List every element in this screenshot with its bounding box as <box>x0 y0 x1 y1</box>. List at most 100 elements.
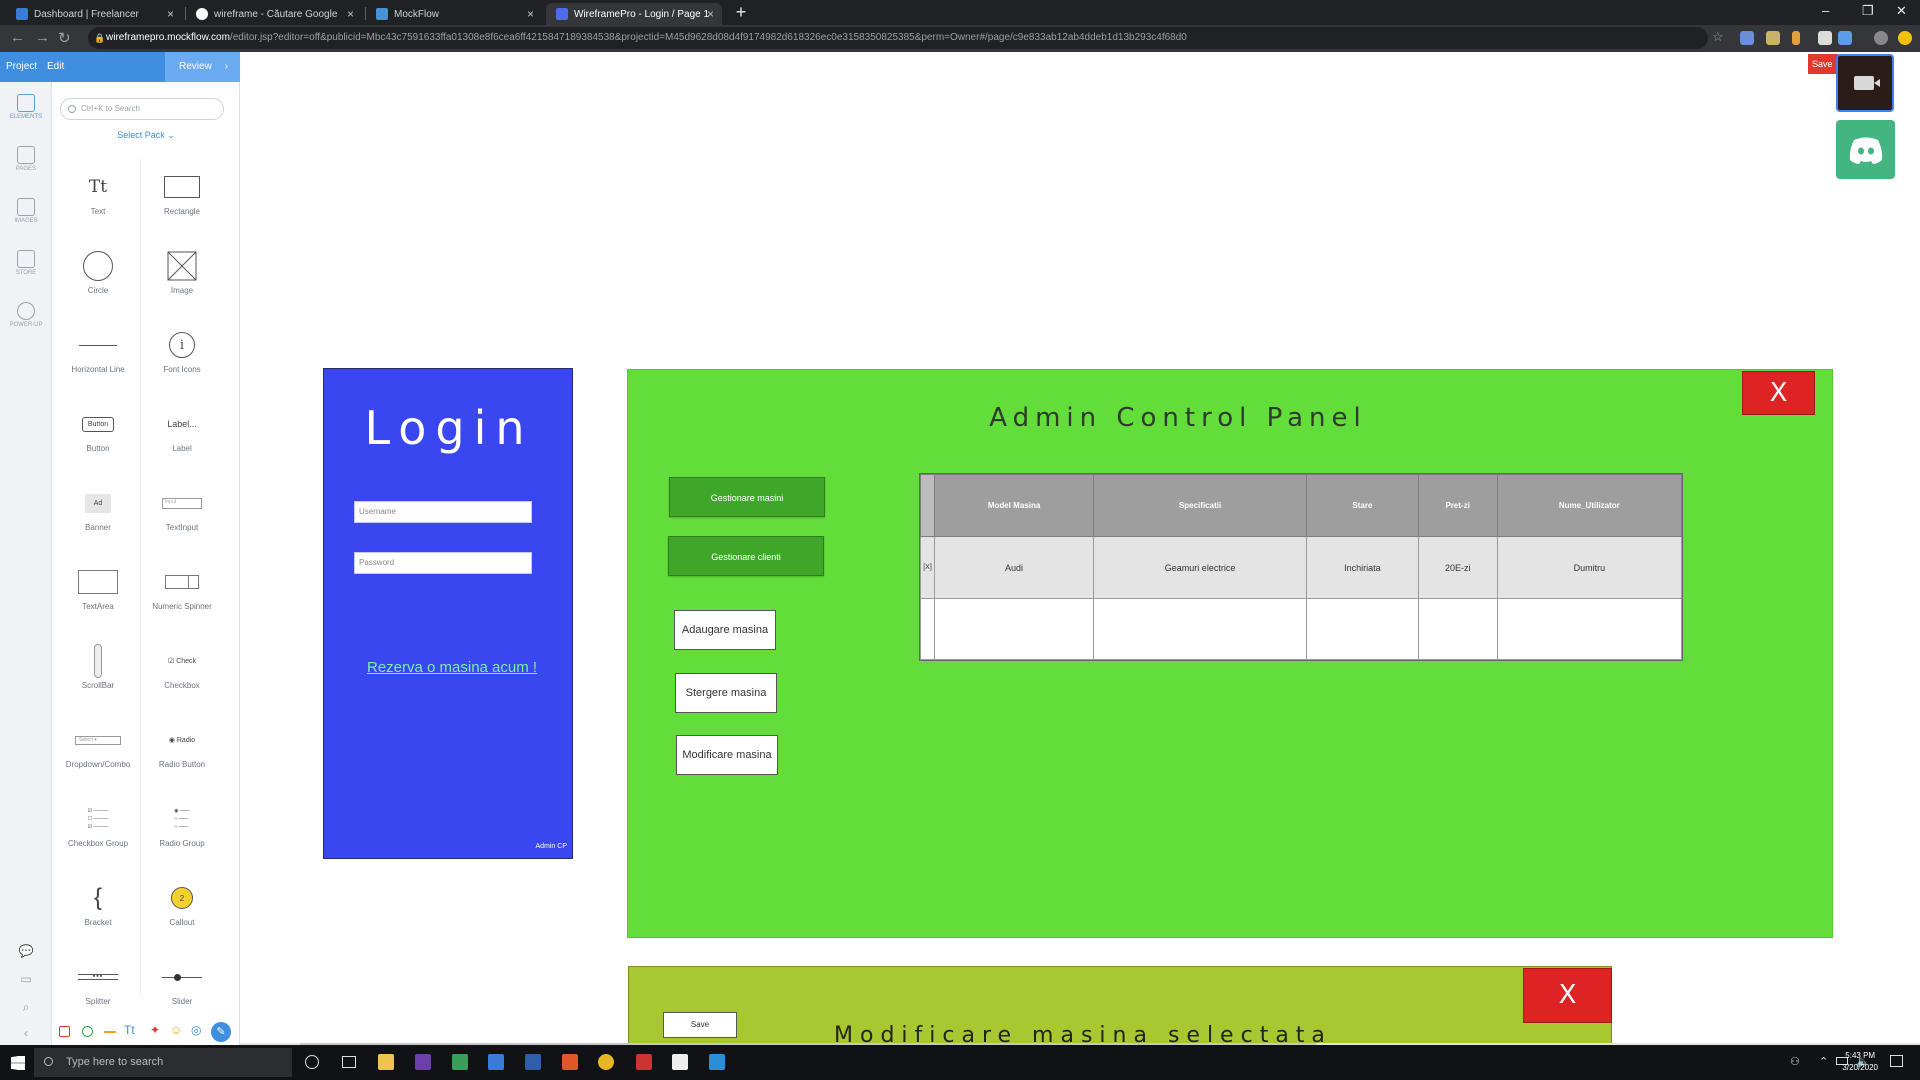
browser-tab[interactable]: Dashboard | Freelancer × <box>6 3 182 25</box>
rectangle-tool-icon[interactable] <box>59 1026 70 1037</box>
extension-icon[interactable] <box>1766 31 1780 45</box>
select-all-checkbox[interactable] <box>920 474 935 537</box>
modify-car-frame[interactable]: Save Modificare masina selectata X <box>628 966 1612 1048</box>
manage-cars-button[interactable]: Gestionare masini <box>669 477 825 517</box>
minimize-window-icon[interactable]: – <box>1822 3 1829 18</box>
palette-item-font-icons[interactable]: i Font Icons <box>140 315 224 393</box>
browser-tab[interactable]: MockFlow × <box>366 3 542 25</box>
column-header[interactable]: Stare <box>1306 474 1419 537</box>
new-tab-button[interactable]: + <box>732 3 750 21</box>
url-field[interactable]: 🔒 wireframepro.mockflow.com/editor.jsp?e… <box>88 27 1708 49</box>
extension-icon[interactable] <box>1792 31 1800 45</box>
app-icon[interactable] <box>415 1054 431 1070</box>
menu-edit[interactable]: Edit <box>47 61 64 72</box>
palette-item-splitter[interactable]: ▪▪▪ Splitter <box>56 947 140 1025</box>
forward-arrow-icon[interactable]: → <box>35 29 50 46</box>
username-field[interactable]: Username <box>354 501 532 523</box>
extension-icon[interactable] <box>1818 31 1832 45</box>
rail-pages[interactable]: PAGES <box>0 146 52 172</box>
extension-icon[interactable] <box>1740 31 1754 45</box>
zoom-icon[interactable]: ⌕ <box>0 1000 52 1015</box>
palette-item-checkbox-group[interactable]: ☑ ――― ☐ ――― ☑ ――― Checkbox Group <box>56 789 140 867</box>
collapse-arrow-icon[interactable]: ‹ <box>0 1026 52 1040</box>
profile-avatar[interactable] <box>1898 31 1912 45</box>
camera-overlay-tile[interactable] <box>1836 54 1894 112</box>
line-tool-icon[interactable] <box>104 1031 116 1033</box>
app-icon[interactable] <box>709 1054 725 1070</box>
row-checkbox[interactable]: [X] <box>920 536 935 599</box>
file-explorer-icon[interactable] <box>378 1054 394 1070</box>
delete-car-button[interactable]: Stergere masina <box>675 673 777 713</box>
palette-item-numeric-spinner[interactable]: Numeric Spinner <box>140 552 224 630</box>
rail-store[interactable]: STORE <box>0 250 52 276</box>
palette-item-label[interactable]: Label... Label <box>140 394 224 472</box>
column-header[interactable]: Specificatii <box>1093 474 1308 537</box>
menu-project[interactable]: Project <box>6 61 37 72</box>
palette-item-slider[interactable]: Slider <box>140 947 224 1025</box>
discord-overlay-button[interactable] <box>1836 120 1895 179</box>
close-tab-icon[interactable]: × <box>527 7 534 21</box>
chrome-icon[interactable] <box>598 1054 614 1070</box>
target-tool-icon[interactable]: ◎ <box>191 1023 201 1037</box>
windows-start-icon[interactable] <box>17 1056 25 1070</box>
add-car-button[interactable]: Adaugare masina <box>674 610 776 650</box>
task-view-icon[interactable] <box>342 1056 356 1068</box>
palette-item-radio-button[interactable]: ◉ Radio Radio Button <box>140 710 224 788</box>
circle-tool-icon[interactable] <box>82 1026 93 1037</box>
video-icon[interactable]: ▭ <box>0 972 52 986</box>
review-button[interactable]: Review › <box>165 52 240 82</box>
extension-icon[interactable] <box>1874 31 1888 45</box>
manage-clients-button[interactable]: Gestionare clienti <box>668 536 824 576</box>
select-pack-dropdown[interactable]: Select Pack ⌄ <box>52 130 240 141</box>
close-modify-button[interactable]: X <box>1523 968 1612 1023</box>
palette-item-text[interactable]: Tt Text <box>56 157 140 235</box>
app-icon[interactable] <box>636 1054 652 1070</box>
table-row[interactable]: [X] Audi Geamuri electrice Inchiriata 20… <box>920 536 1683 599</box>
admin-control-panel-frame[interactable]: Admin Control Panel X Gestionare masini … <box>627 369 1833 938</box>
app-icon[interactable] <box>672 1054 688 1070</box>
modify-car-button[interactable]: Modificare masina <box>676 735 778 775</box>
browser-tab-active[interactable]: WireframePro - Login / Page 1 × <box>546 3 722 25</box>
palette-item-circle[interactable]: Circle <box>56 236 140 314</box>
palette-item-button[interactable]: Button Button <box>56 394 140 472</box>
palette-item-scrollbar[interactable]: ScrollBar <box>56 631 140 709</box>
shape-tool-icon[interactable]: ✦ <box>150 1023 160 1037</box>
rail-elements[interactable]: ELEMENTS <box>0 94 52 120</box>
people-icon[interactable]: ⚇ <box>1790 1055 1800 1068</box>
close-tab-icon[interactable]: × <box>347 7 354 21</box>
taskbar-clock[interactable]: 5:43 PM 3/20/2020 <box>1842 1050 1878 1074</box>
text-tool-icon[interactable]: Tt <box>124 1023 135 1037</box>
table-row[interactable] <box>920 598 1683 660</box>
column-header[interactable]: Model Masina <box>933 474 1095 537</box>
close-tab-icon[interactable]: × <box>707 7 714 21</box>
admin-cp-link[interactable]: Admin CP <box>535 843 567 850</box>
reserve-car-link[interactable]: Rezerva o masina acum ! <box>367 659 537 676</box>
extension-icon[interactable] <box>1838 31 1852 45</box>
password-field[interactable]: Password <box>354 552 532 574</box>
palette-item-textinput[interactable]: Input TextInput <box>140 473 224 551</box>
palette-item-radio-group[interactable]: ◉ ―― ○ ―― ○ ―― Radio Group <box>140 789 224 867</box>
emoji-tool-icon[interactable]: ☺ <box>170 1023 182 1037</box>
chevron-up-icon[interactable]: ⌃ <box>1819 1055 1828 1068</box>
palette-item-horizontal-line[interactable]: Horizontal Line <box>56 315 140 393</box>
rail-images[interactable]: IMAGES <box>0 198 52 224</box>
comment-icon[interactable]: 💬 <box>0 944 52 958</box>
notifications-icon[interactable] <box>1890 1055 1903 1067</box>
palette-item-dropdown[interactable]: Select ▾ Dropdown/Combo <box>56 710 140 788</box>
app-icon[interactable] <box>488 1054 504 1070</box>
back-arrow-icon[interactable]: ← <box>10 29 25 46</box>
photoshop-icon[interactable] <box>525 1054 541 1070</box>
cars-data-grid[interactable]: Model Masina Specificatii Stare Pret-zi … <box>919 473 1683 661</box>
palette-item-bracket[interactable]: { Bracket <box>56 868 140 946</box>
palette-item-rectangle[interactable]: Rectangle <box>140 157 224 235</box>
rail-power-up[interactable]: POWER-UP <box>0 302 52 328</box>
column-header[interactable]: Nume_Utilizator <box>1496 474 1683 537</box>
reload-icon[interactable]: ↻ <box>58 29 71 47</box>
row-checkbox[interactable] <box>920 598 935 660</box>
palette-item-banner[interactable]: Ad Banner <box>56 473 140 551</box>
palette-item-textarea[interactable]: TextArea <box>56 552 140 630</box>
column-header[interactable]: Pret-zi <box>1417 474 1498 537</box>
palette-item-checkbox[interactable]: ☑ Check Checkbox <box>140 631 224 709</box>
cortana-icon[interactable] <box>305 1055 319 1069</box>
restore-window-icon[interactable]: ❐ <box>1862 3 1874 19</box>
